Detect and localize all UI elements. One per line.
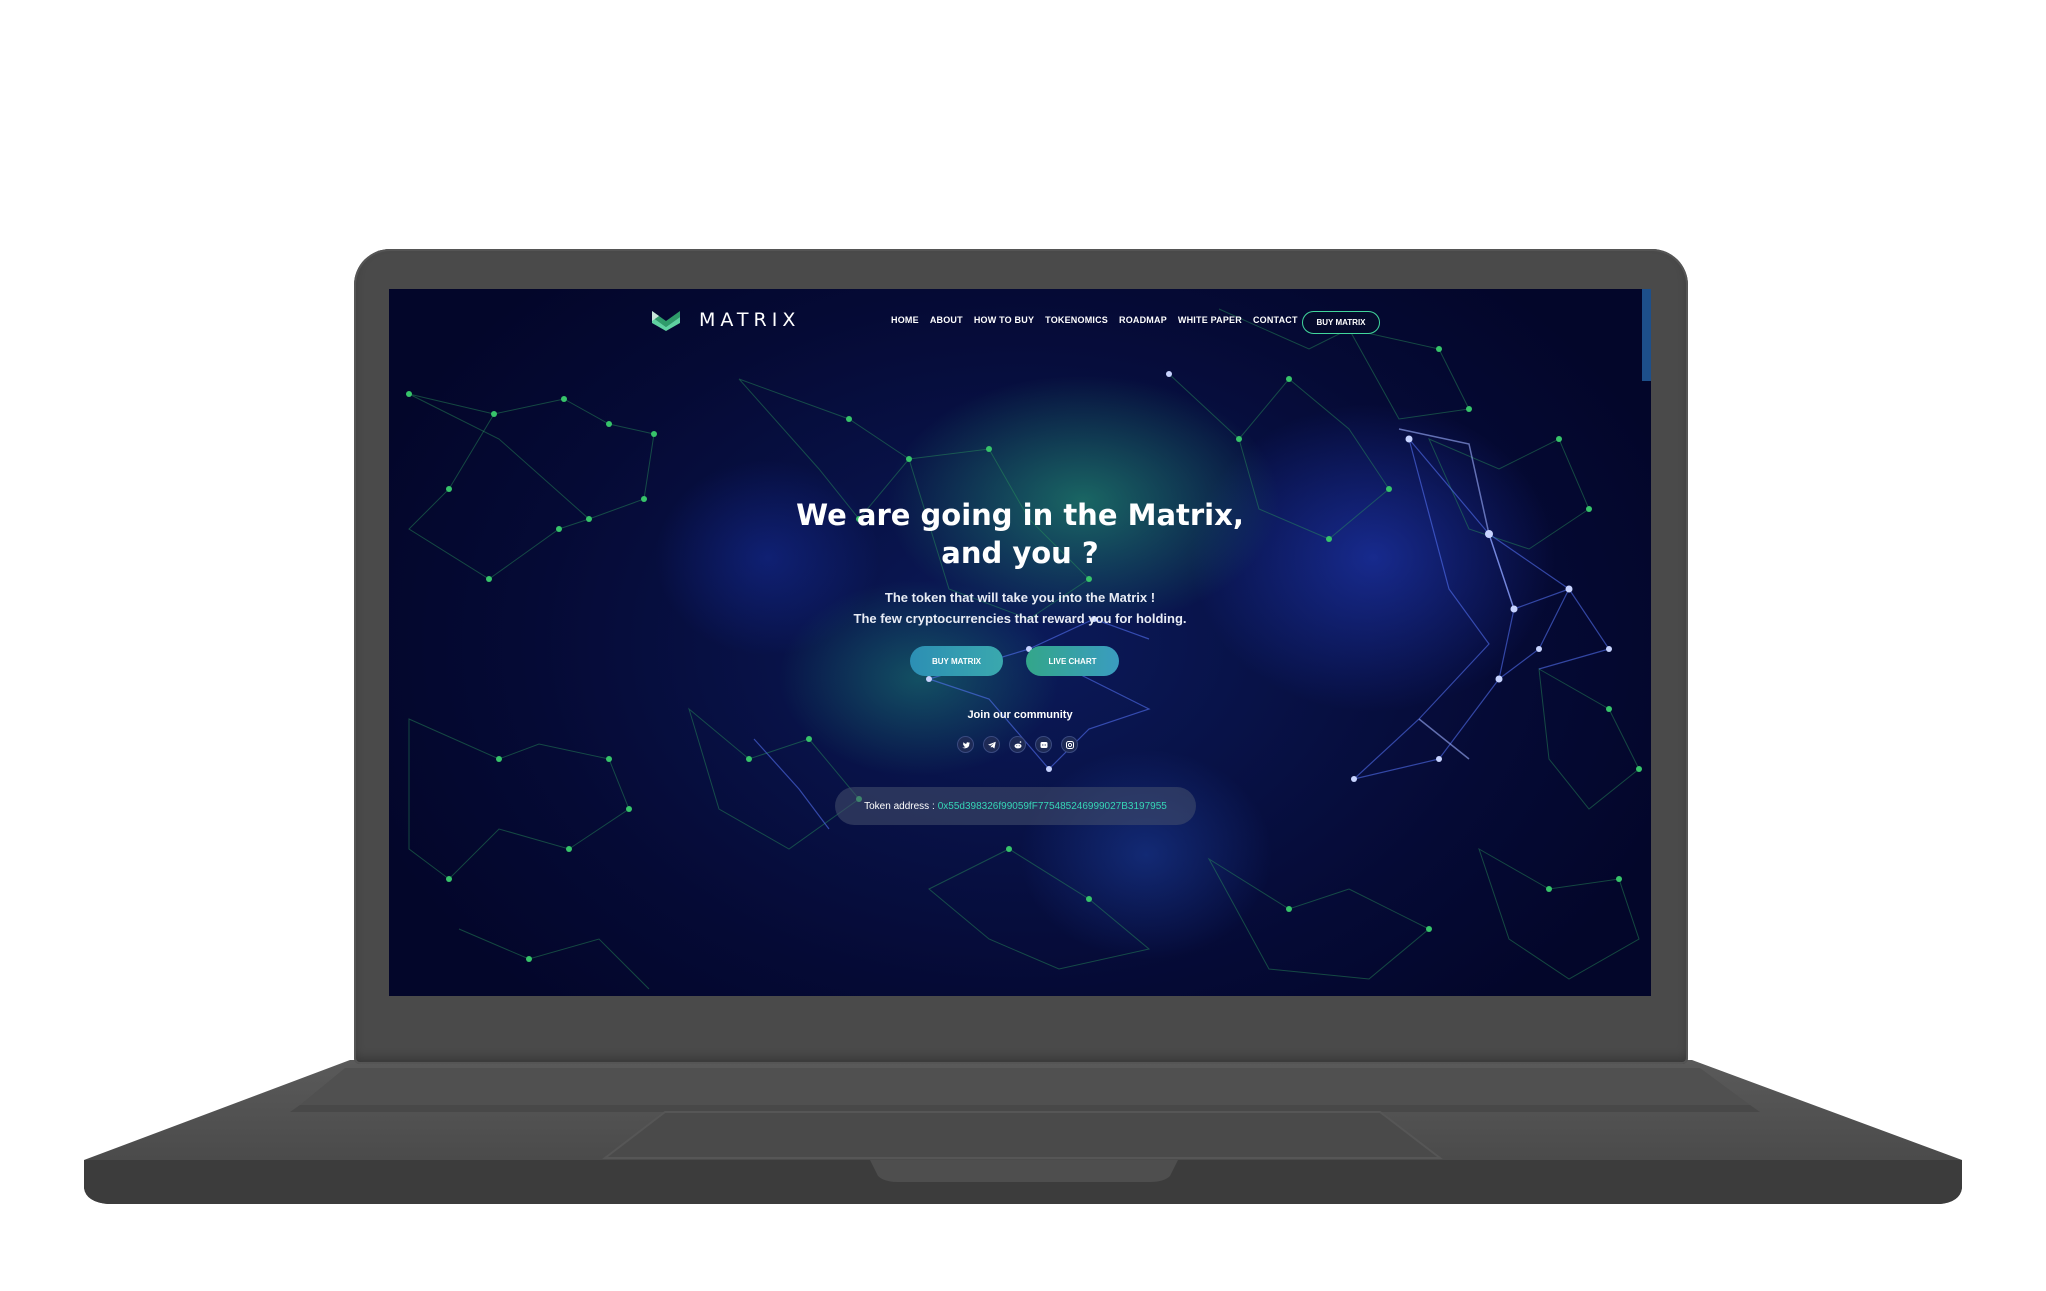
- nav-tokenomics[interactable]: TOKENOMICS: [1045, 315, 1108, 325]
- nav-contact[interactable]: CONTACT: [1253, 315, 1298, 325]
- nav-about[interactable]: ABOUT: [930, 315, 963, 325]
- top-nav: MATRIX HOME ABOUT HOW TO BUY TOKENOMICS …: [389, 299, 1651, 341]
- telegram-icon[interactable]: [983, 736, 1000, 753]
- social-links: [957, 736, 1078, 753]
- laptop-mockup: MATRIX HOME ABOUT HOW TO BUY TOKENOMICS …: [0, 0, 2046, 1291]
- twitter-icon[interactable]: [957, 736, 974, 753]
- hero-buttons: BUY MATRIX LIVE CHART: [910, 646, 1119, 676]
- network-background: [406, 308, 1642, 990]
- hero-subtitle-line2: The few cryptocurrencies that reward you…: [853, 611, 1187, 626]
- community-label: Join our community: [967, 709, 1073, 721]
- token-address-pill: Token address : 0x55d398326f99059fF77548…: [835, 787, 1196, 825]
- nav-home[interactable]: HOME: [891, 315, 919, 325]
- logo[interactable]: MATRIX: [651, 307, 800, 333]
- nav-menu: HOME ABOUT HOW TO BUY TOKENOMICS ROADMAP…: [891, 315, 1298, 325]
- hero-subtitle-line1: The token that will take you into the Ma…: [884, 590, 1156, 605]
- nav-roadmap[interactable]: ROADMAP: [1119, 315, 1167, 325]
- website-screen: MATRIX HOME ABOUT HOW TO BUY TOKENOMICS …: [389, 289, 1651, 996]
- reddit-icon[interactable]: [1009, 736, 1026, 753]
- hero-title-line2: and you ?: [941, 536, 1099, 570]
- logo-text: MATRIX: [699, 309, 801, 331]
- token-address-label: Token address :: [864, 800, 935, 812]
- matrix-logo-icon: [652, 311, 680, 331]
- nav-white-paper[interactable]: WHITE PAPER: [1178, 315, 1242, 325]
- instagram-icon[interactable]: [1061, 736, 1078, 753]
- token-address-value[interactable]: 0x55d398326f99059fF775485246999027B31979…: [938, 801, 1167, 812]
- buy-matrix-button[interactable]: BUY MATRIX: [910, 646, 1003, 676]
- nav-buy-button[interactable]: BUY MATRIX: [1302, 311, 1380, 334]
- nav-how-to-buy[interactable]: HOW TO BUY: [974, 315, 1034, 325]
- hero-subtitle: The token that will take you into the Ma…: [389, 587, 1651, 629]
- live-chart-button[interactable]: LIVE CHART: [1026, 646, 1119, 676]
- hero-title-line1: We are going in the Matrix,: [796, 498, 1244, 532]
- hero-title: We are going in the Matrix, and you ?: [389, 496, 1651, 572]
- discord-icon[interactable]: [1035, 736, 1052, 753]
